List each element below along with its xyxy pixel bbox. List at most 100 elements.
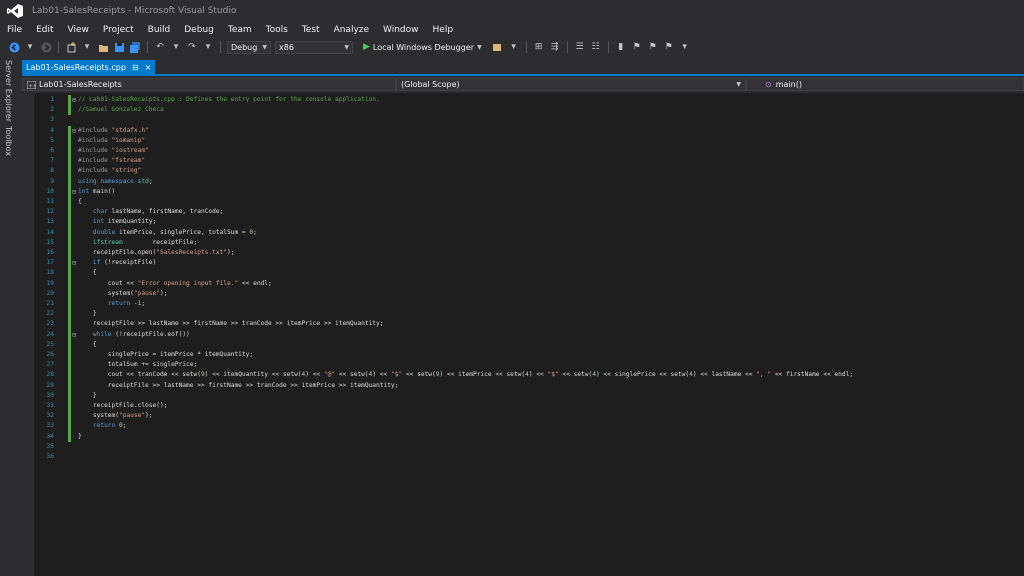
server-explorer-tab[interactable]: Server Explorer xyxy=(4,60,13,122)
menu-file[interactable]: File xyxy=(0,25,29,35)
code-line[interactable]: 21 return -1; xyxy=(34,299,1024,310)
code-line[interactable]: 30 } xyxy=(34,390,1024,401)
code-line[interactable]: 33 return 0; xyxy=(34,421,1024,432)
solution-configuration-select[interactable]: Debug ▼ xyxy=(227,40,271,54)
line-number: 3 xyxy=(50,116,54,124)
code-line[interactable]: 36 xyxy=(34,452,1024,462)
code-line[interactable]: 29 receiptFile >> lastName >> firstName … xyxy=(34,380,1024,391)
start-debugging-button[interactable]: ▶ Local Windows Debugger ▼ xyxy=(363,42,482,52)
code-line[interactable]: 34} xyxy=(34,431,1024,442)
change-marker xyxy=(68,186,71,197)
solution-platform-select[interactable]: x86 ▼ xyxy=(275,40,353,54)
menu-project[interactable]: Project xyxy=(96,25,141,35)
save-icon[interactable] xyxy=(113,41,125,53)
dropdown-arrow-icon[interactable]: ▾ xyxy=(679,41,691,53)
code-line[interactable]: 5 #include "iomanip" xyxy=(34,135,1024,146)
code-line[interactable]: 23 receiptFile >> lastName >> firstName … xyxy=(34,319,1024,330)
fold-toggle-icon[interactable]: ⊟ xyxy=(72,126,76,136)
code-line[interactable]: 26 singlePrice = itemPrice * itemQuantit… xyxy=(34,350,1024,361)
code-line[interactable]: 35 xyxy=(34,442,1024,452)
next-bookmark-icon[interactable]: ⚑ xyxy=(647,41,659,53)
comment-icon[interactable]: ☰ xyxy=(574,41,586,53)
member-select[interactable]: ⊙ main() xyxy=(746,78,1024,91)
code-line[interactable]: 31 receiptFile.close(); xyxy=(34,401,1024,412)
menu-view[interactable]: View xyxy=(61,25,96,35)
code-line[interactable]: 13 int itemQuantity; xyxy=(34,217,1024,228)
line-number: 26 xyxy=(46,351,54,358)
code-line[interactable]: 9 using namespace std; xyxy=(34,176,1024,187)
code-line[interactable]: 3 xyxy=(34,115,1024,125)
code-line[interactable]: 11 { xyxy=(34,197,1024,208)
line-number: 9 xyxy=(50,177,54,185)
fold-toggle-icon[interactable]: ⊟ xyxy=(72,95,76,105)
code-line[interactable]: 32 system("pause"); xyxy=(34,411,1024,422)
redo-icon[interactable]: ↷ xyxy=(186,41,198,53)
menu-window[interactable]: Window xyxy=(376,25,426,35)
toolbar-separator xyxy=(58,41,59,53)
step-icon[interactable]: ⇶ xyxy=(549,41,561,53)
undo-icon[interactable]: ↶ xyxy=(154,41,166,53)
code-line[interactable]: 27 totalSum += singlePrice; xyxy=(34,360,1024,371)
fold-toggle-icon[interactable]: ⊟ xyxy=(72,258,76,268)
code-line[interactable]: 4 ⊟ #include "stdafx.h" xyxy=(34,125,1024,136)
open-file-icon[interactable] xyxy=(97,41,109,53)
chevron-down-icon[interactable]: ▼ xyxy=(477,44,482,51)
menu-edit[interactable]: Edit xyxy=(29,25,60,35)
fold-toggle-icon[interactable]: ⊟ xyxy=(72,330,76,340)
code-line[interactable]: 6 #include "iostream" xyxy=(34,146,1024,157)
clear-bookmarks-icon[interactable]: ⚑ xyxy=(663,41,675,53)
close-icon[interactable]: × xyxy=(145,63,152,72)
code-line[interactable]: 28 cout << tranCode << setw(9) << itemQu… xyxy=(34,370,1024,381)
code-line[interactable]: 10 ⊟ int main() xyxy=(34,186,1024,197)
code-line[interactable]: 1 ⊟// Lab01-SalesReceipts.cpp : Defines t… xyxy=(34,95,1024,106)
fold-toggle-icon[interactable]: ⊟ xyxy=(72,187,76,197)
dropdown-arrow-icon[interactable]: ▾ xyxy=(24,41,36,53)
code-line[interactable]: 14 double itemPrice, singlePrice, totalS… xyxy=(34,227,1024,238)
save-all-icon[interactable] xyxy=(129,41,141,53)
menu-analyze[interactable]: Analyze xyxy=(327,25,376,35)
change-marker xyxy=(68,197,71,208)
menu-test[interactable]: Test xyxy=(295,25,327,35)
dropdown-arrow-icon[interactable]: ▾ xyxy=(170,41,182,53)
browse-icon[interactable]: ⊞ xyxy=(533,41,545,53)
navigate-back-icon[interactable] xyxy=(8,41,20,53)
toolbox-tab[interactable]: Toolbox xyxy=(4,126,13,156)
project-select[interactable]: ++ Lab01-SalesReceipts xyxy=(22,78,396,91)
code-text: receiptFile >> lastName >> firstName >> … xyxy=(78,381,399,389)
dropdown-arrow-icon[interactable]: ▾ xyxy=(81,41,93,53)
code-line[interactable]: 12 char lastName, firstName, tranCode; xyxy=(34,207,1024,218)
code-editor[interactable]: 1 ⊟// Lab01-SalesReceipts.cpp : Defines t… xyxy=(34,93,1024,576)
uncomment-icon[interactable]: ☷ xyxy=(590,41,602,53)
code-line[interactable]: 7 #include "fstream" xyxy=(34,156,1024,167)
dropdown-arrow-icon[interactable]: ▾ xyxy=(202,41,214,53)
code-line[interactable]: 19 cout << "Error opening input file." <… xyxy=(34,278,1024,289)
code-line[interactable]: 16 receiptFile.open("SalesReceipts.txt")… xyxy=(34,248,1024,259)
bookmark-icon[interactable]: ▮ xyxy=(615,41,627,53)
code-line[interactable]: 20 system("pause"); xyxy=(34,288,1024,299)
line-number: 2 xyxy=(50,106,54,114)
menu-debug[interactable]: Debug xyxy=(177,25,221,35)
menu-help[interactable]: Help xyxy=(426,25,461,35)
code-line[interactable]: 17 ⊟ if (!receiptFile) xyxy=(34,258,1024,269)
scope-select[interactable]: (Global Scope) ▼ xyxy=(396,78,746,91)
code-line[interactable]: 25 { xyxy=(34,339,1024,350)
menu-build[interactable]: Build xyxy=(141,25,178,35)
pin-icon[interactable]: ⊟ xyxy=(132,63,139,72)
debug-tools-icon[interactable] xyxy=(492,41,504,53)
dropdown-arrow-icon[interactable]: ▾ xyxy=(508,41,520,53)
new-project-icon[interactable] xyxy=(65,41,77,53)
code-line[interactable]: 24 ⊟ while (!receiptFile.eof()) xyxy=(34,329,1024,340)
menu-tools[interactable]: Tools xyxy=(259,25,295,35)
document-tab-active[interactable]: Lab01-SalesReceipts.cpp ⊟ × xyxy=(22,60,156,74)
code-text: #include "iostream" xyxy=(78,147,149,154)
menu-team[interactable]: Team xyxy=(221,25,259,35)
code-text: // Lab01-SalesReceipts.cpp : Defines the… xyxy=(78,96,380,103)
code-line[interactable]: 22 } xyxy=(34,309,1024,320)
previous-bookmark-icon[interactable]: ⚑ xyxy=(631,41,643,53)
code-line[interactable]: 18 { xyxy=(34,268,1024,279)
navigate-forward-icon[interactable] xyxy=(40,41,52,53)
line-number: 25 xyxy=(46,340,54,348)
code-line[interactable]: 8 #include "string" xyxy=(34,166,1024,177)
code-line[interactable]: 2 //Samuel Gonzalez Checa xyxy=(34,105,1024,116)
code-line[interactable]: 15 ifstream receiptFile; xyxy=(34,237,1024,248)
